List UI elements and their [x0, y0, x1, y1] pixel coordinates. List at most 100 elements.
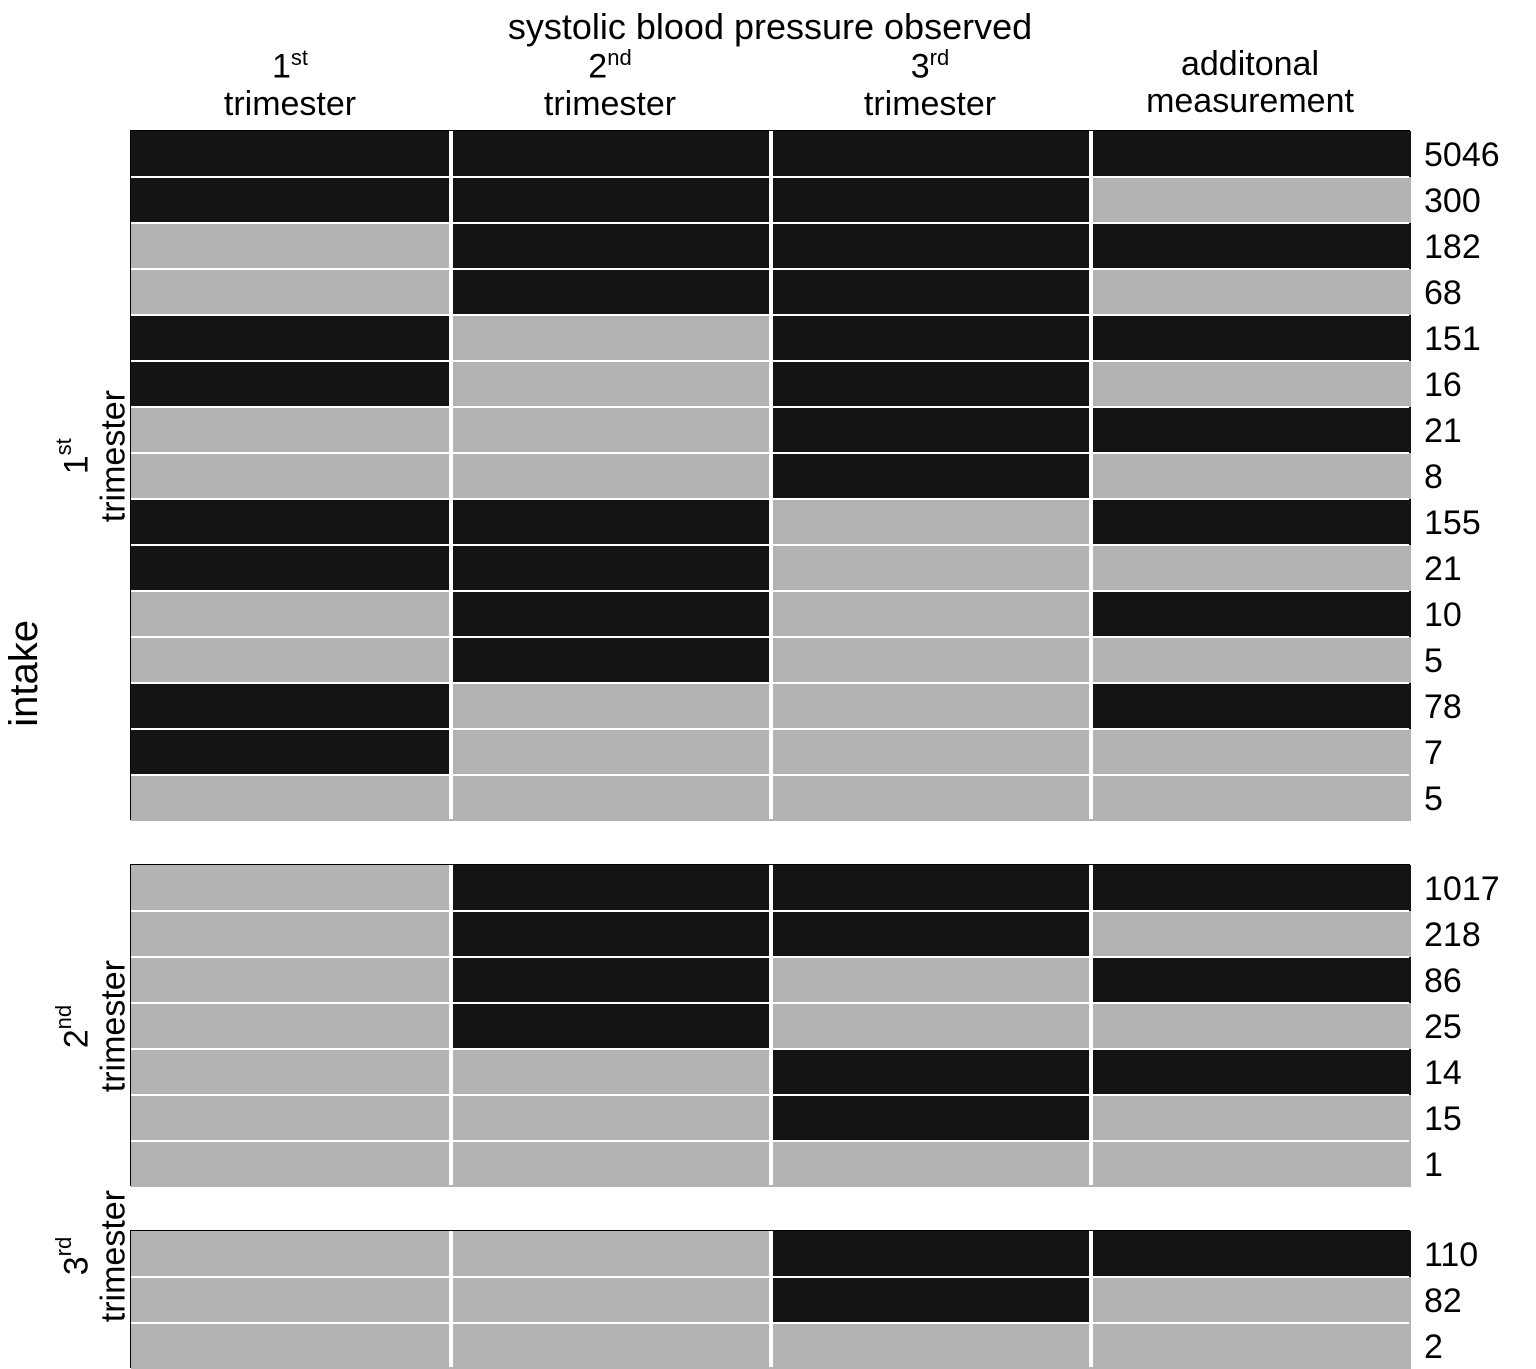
heatmap-cell	[771, 1323, 1091, 1369]
heatmap-cell	[451, 1277, 771, 1323]
heatmap-cell	[131, 177, 451, 223]
heatmap-cell	[131, 911, 451, 957]
heatmap-cell	[771, 453, 1091, 499]
y-axis-label: intake	[2, 620, 47, 727]
heatmap-cell	[771, 1049, 1091, 1095]
heatmap-cell	[451, 269, 771, 315]
count-label: 182	[1424, 228, 1481, 267]
heatmap-cell	[131, 865, 451, 911]
heatmap-cell	[771, 545, 1091, 591]
heatmap-cell	[1091, 591, 1411, 637]
heatmap-cell	[451, 591, 771, 637]
count-label: 10	[1424, 596, 1462, 635]
heatmap-cell	[131, 1049, 451, 1095]
heatmap-cell	[1091, 223, 1411, 269]
heatmap-cell	[131, 683, 451, 729]
heatmap-cell	[771, 1231, 1091, 1277]
heatmap-cell	[1091, 407, 1411, 453]
heatmap-cell	[131, 545, 451, 591]
heatmap-cell	[1091, 1141, 1411, 1187]
group-frame	[130, 1230, 1410, 1368]
heatmap-cell	[131, 453, 451, 499]
heatmap-cell	[131, 269, 451, 315]
col-header-1: 1sttrimester	[130, 46, 450, 123]
heatmap-cell	[1091, 683, 1411, 729]
count-label: 68	[1424, 274, 1462, 313]
heatmap-cell	[1091, 1323, 1411, 1369]
heatmap-cell	[771, 223, 1091, 269]
count-label: 16	[1424, 366, 1462, 405]
count-label: 1017	[1424, 870, 1500, 909]
heatmap-cell	[131, 223, 451, 269]
heatmap-cell	[1091, 1231, 1411, 1277]
count-label: 21	[1424, 550, 1462, 589]
heatmap-cell	[451, 637, 771, 683]
heatmap-cell	[451, 545, 771, 591]
heatmap-cell	[771, 499, 1091, 545]
heatmap-cell	[451, 957, 771, 1003]
heatmap-cell	[451, 223, 771, 269]
col-header-4: additonalmeasurement	[1090, 46, 1410, 121]
heatmap-cell	[771, 591, 1091, 637]
heatmap-cell	[771, 315, 1091, 361]
heatmap-cell	[771, 957, 1091, 1003]
count-label: 82	[1424, 1282, 1462, 1321]
heatmap-cell	[131, 1141, 451, 1187]
heatmap-cell	[1091, 269, 1411, 315]
heatmap-cell	[771, 131, 1091, 177]
heatmap-cell	[451, 1049, 771, 1095]
heatmap-cell	[451, 361, 771, 407]
count-label: 8	[1424, 458, 1443, 497]
heatmap-cell	[771, 361, 1091, 407]
heatmap-cell	[451, 1231, 771, 1277]
heatmap-cell	[131, 1231, 451, 1277]
heatmap-cell	[771, 911, 1091, 957]
heatmap-cell	[1091, 131, 1411, 177]
group-frame	[130, 130, 1410, 820]
heatmap-cell	[1091, 911, 1411, 957]
heatmap-cell	[1091, 545, 1411, 591]
count-label: 14	[1424, 1054, 1462, 1093]
count-label: 110	[1424, 1236, 1478, 1275]
heatmap-cell	[771, 865, 1091, 911]
heatmap-cell	[131, 499, 451, 545]
heatmap-cell	[1091, 957, 1411, 1003]
count-label: 151	[1424, 320, 1481, 359]
heatmap-cell	[131, 729, 451, 775]
heatmap-cell	[131, 637, 451, 683]
heatmap-cell	[771, 269, 1091, 315]
heatmap-cell	[451, 499, 771, 545]
heatmap-cell	[1091, 361, 1411, 407]
count-label: 1	[1424, 1146, 1443, 1185]
count-label: 300	[1424, 182, 1481, 221]
heatmap-cell	[451, 865, 771, 911]
heatmap-cell	[451, 453, 771, 499]
group-label-1: 1sttrimester	[52, 390, 133, 522]
count-label: 21	[1424, 412, 1462, 451]
heatmap-cell	[771, 1277, 1091, 1323]
heatmap-cell	[451, 1141, 771, 1187]
count-label: 155	[1424, 504, 1481, 543]
heatmap-cell	[771, 1141, 1091, 1187]
heatmap-cell	[1091, 1003, 1411, 1049]
heatmap-cell	[1091, 865, 1411, 911]
count-label: 5	[1424, 780, 1443, 819]
group-frame	[130, 864, 1410, 1186]
heatmap-cell	[131, 407, 451, 453]
heatmap-cell	[771, 775, 1091, 821]
heatmap-cell	[451, 177, 771, 223]
heatmap-cell	[1091, 1049, 1411, 1095]
heatmap-cell	[771, 1003, 1091, 1049]
heatmap-cell	[1091, 775, 1411, 821]
heatmap-cell	[771, 637, 1091, 683]
heatmap-cell	[1091, 729, 1411, 775]
col-header-2: 2ndtrimester	[450, 46, 770, 123]
heatmap-cell	[451, 775, 771, 821]
heatmap-cell	[451, 1003, 771, 1049]
count-label: 25	[1424, 1008, 1462, 1047]
heatmap-cell	[451, 683, 771, 729]
count-label: 2	[1424, 1328, 1443, 1367]
count-label: 218	[1424, 916, 1481, 955]
count-label: 78	[1424, 688, 1462, 727]
heatmap-cell	[1091, 177, 1411, 223]
